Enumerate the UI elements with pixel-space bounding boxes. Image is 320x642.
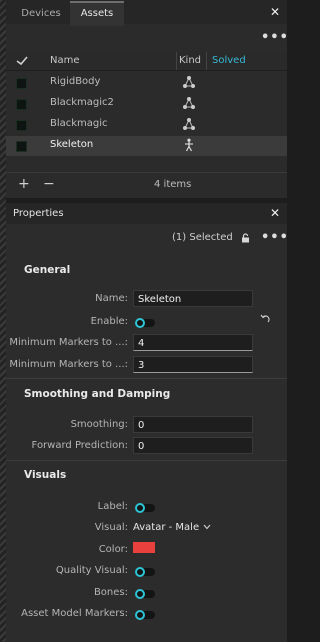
reset-icon[interactable]	[259, 314, 271, 325]
color-swatch[interactable]	[133, 542, 155, 553]
selection-count: (1) Selected	[172, 232, 233, 243]
column-divider	[206, 52, 207, 70]
assets-footer: + − 4 items	[6, 172, 287, 199]
forward-prediction-field[interactable]: 0	[133, 437, 253, 454]
row-checkbox[interactable]	[16, 78, 27, 89]
chevron-down-icon[interactable]	[203, 524, 211, 530]
label-label: Label:	[97, 501, 128, 512]
assets-tab-bar: Devices Assets ✕	[6, 0, 287, 26]
enable-label: Enable:	[90, 316, 128, 327]
table-row[interactable]: Blackmagic	[6, 115, 287, 135]
skeleton-icon	[185, 138, 193, 152]
assets-list-header: Name Kind Solved	[6, 52, 287, 71]
properties-panel: Properties ✕ (1) Selected ••• General Na…	[6, 203, 289, 642]
more-options-icon[interactable]: •••	[261, 230, 289, 245]
forward-prediction-label: Forward Prediction:	[31, 440, 128, 451]
table-row[interactable]: Blackmagic2	[6, 94, 287, 114]
panel-title: Properties	[13, 208, 64, 219]
remove-button[interactable]: −	[43, 176, 55, 192]
color-label: Color:	[98, 544, 128, 555]
quality-visual-label: Quality Visual:	[55, 565, 128, 576]
asset-markers-toggle[interactable]	[135, 610, 155, 620]
divider	[6, 460, 287, 461]
row-checkbox[interactable]	[16, 141, 27, 152]
rigid-body-icon	[183, 97, 195, 109]
bones-label: Bones:	[93, 587, 128, 598]
label-toggle[interactable]	[135, 503, 155, 513]
tab-assets[interactable]: Assets	[70, 1, 124, 26]
column-solved[interactable]: Solved	[212, 55, 246, 66]
rigid-body-icon	[183, 76, 195, 88]
asset-name: Blackmagic2	[50, 97, 114, 108]
divider	[6, 378, 287, 379]
name-label: Name:	[95, 293, 128, 304]
assets-panel: Devices Assets ✕ ••• Name Kind Solved Ri…	[6, 0, 289, 199]
min-markers-field[interactable]: 4	[133, 334, 253, 351]
section-visuals: Visuals	[24, 469, 67, 481]
column-kind[interactable]: Kind	[179, 55, 201, 66]
add-button[interactable]: +	[18, 176, 30, 192]
column-divider	[176, 52, 177, 70]
table-row[interactable]: RigidBody	[6, 73, 287, 93]
item-count: 4 items	[154, 179, 192, 190]
tab-devices[interactable]: Devices	[12, 3, 70, 24]
asset-markers-label: Asset Model Markers:	[21, 608, 128, 619]
close-icon[interactable]: ✕	[270, 206, 280, 220]
check-all-icon[interactable]	[16, 55, 28, 66]
close-icon[interactable]: ✕	[270, 5, 280, 19]
row-checkbox[interactable]	[16, 120, 27, 131]
section-general: General	[24, 264, 71, 276]
enable-toggle[interactable]	[135, 318, 155, 328]
visual-dropdown[interactable]: Avatar - Male	[133, 522, 199, 533]
asset-name: RigidBody	[50, 76, 101, 87]
bones-toggle[interactable]	[135, 589, 155, 599]
section-smoothing: Smoothing and Damping	[24, 388, 171, 400]
visual-label: Visual:	[94, 522, 128, 533]
asset-name: Blackmagic	[50, 118, 108, 129]
rigid-body-icon	[183, 118, 195, 130]
table-row[interactable]: Skeleton	[6, 136, 287, 156]
lock-icon[interactable]	[241, 233, 250, 243]
smoothing-field[interactable]: 0	[133, 416, 253, 433]
min-markers-field[interactable]: 3	[133, 356, 253, 373]
properties-title-bar: Properties ✕	[6, 203, 287, 224]
name-field[interactable]: Skeleton	[133, 290, 253, 307]
min-markers-label: Minimum Markers to ...:	[9, 359, 128, 370]
asset-name: Skeleton	[50, 139, 94, 150]
smoothing-label: Smoothing:	[70, 419, 128, 430]
quality-visual-toggle[interactable]	[135, 567, 155, 577]
min-markers-label: Minimum Markers to ...:	[9, 337, 128, 348]
more-options-icon[interactable]: •••	[261, 30, 289, 45]
column-name[interactable]: Name	[50, 55, 80, 66]
row-checkbox[interactable]	[16, 99, 27, 110]
